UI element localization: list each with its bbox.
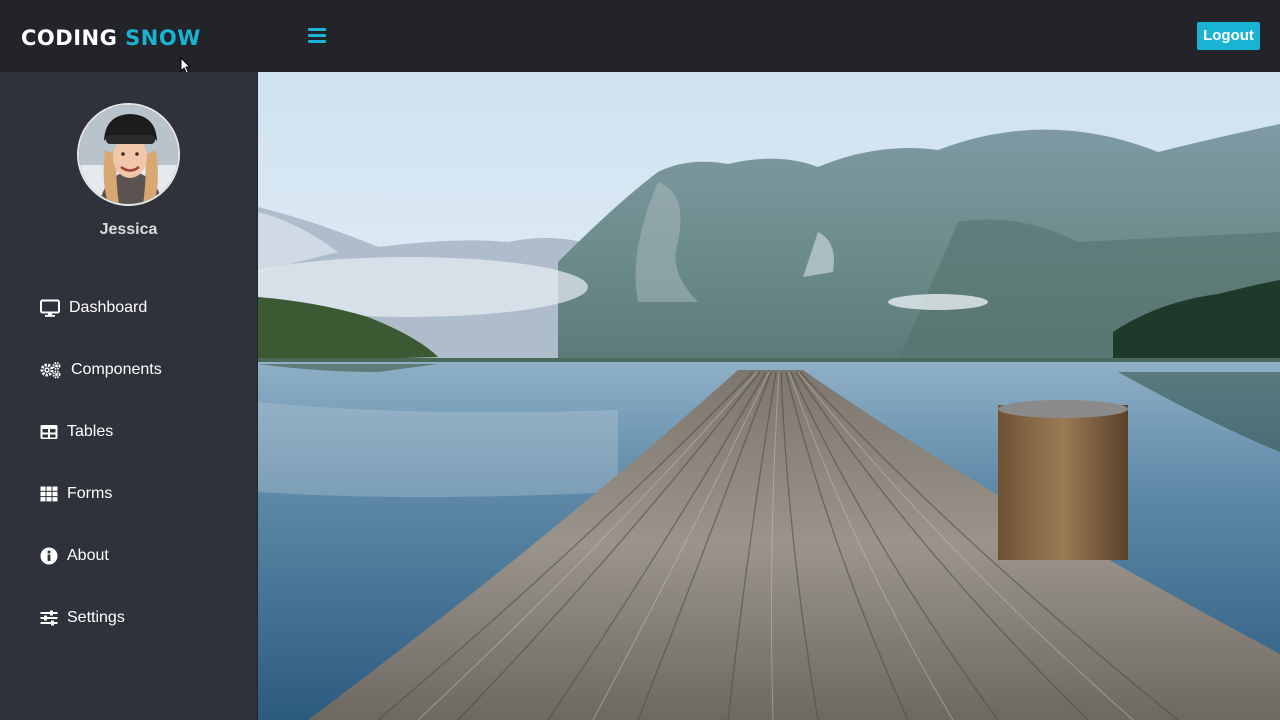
sidebar-item-components[interactable]: Components — [0, 339, 257, 401]
sidebar-item-label: Settings — [67, 609, 125, 626]
brand-text: CODING — [21, 26, 118, 50]
user-name: Jessica — [99, 221, 158, 238]
sidebar-item-label: About — [67, 547, 109, 564]
sidebar: Jessica Dashboard Components Tables Form… — [0, 72, 257, 720]
sidebar-item-dashboard[interactable]: Dashboard — [0, 277, 257, 339]
hamburger-menu-icon[interactable] — [306, 26, 330, 46]
sliders-icon — [40, 609, 58, 627]
sidebar-item-tables[interactable]: Tables — [0, 401, 257, 463]
top-header: CODING SNOW Logout — [0, 0, 1280, 72]
sidebar-item-label: Tables — [67, 423, 114, 440]
table-icon — [40, 423, 58, 441]
sidebar-item-forms[interactable]: Forms — [0, 463, 257, 525]
sidebar-item-settings[interactable]: Settings — [0, 587, 257, 649]
sidebar-item-label: Forms — [67, 485, 113, 502]
logout-button[interactable]: Logout — [1197, 22, 1260, 50]
brand-accent-text: SNOW — [125, 26, 201, 50]
hero-background-image — [258, 72, 1280, 720]
sidebar-nav: Dashboard Components Tables Forms About … — [0, 277, 257, 649]
avatar[interactable] — [77, 103, 180, 206]
brand-logo[interactable]: CODING SNOW — [21, 24, 201, 52]
info-circle-icon — [40, 547, 58, 565]
monitor-icon — [40, 299, 60, 317]
sidebar-item-about[interactable]: About — [0, 525, 257, 587]
cogs-icon — [40, 361, 62, 379]
sidebar-item-label: Dashboard — [69, 299, 148, 316]
grid-icon — [40, 485, 58, 503]
sidebar-item-label: Components — [71, 361, 162, 378]
